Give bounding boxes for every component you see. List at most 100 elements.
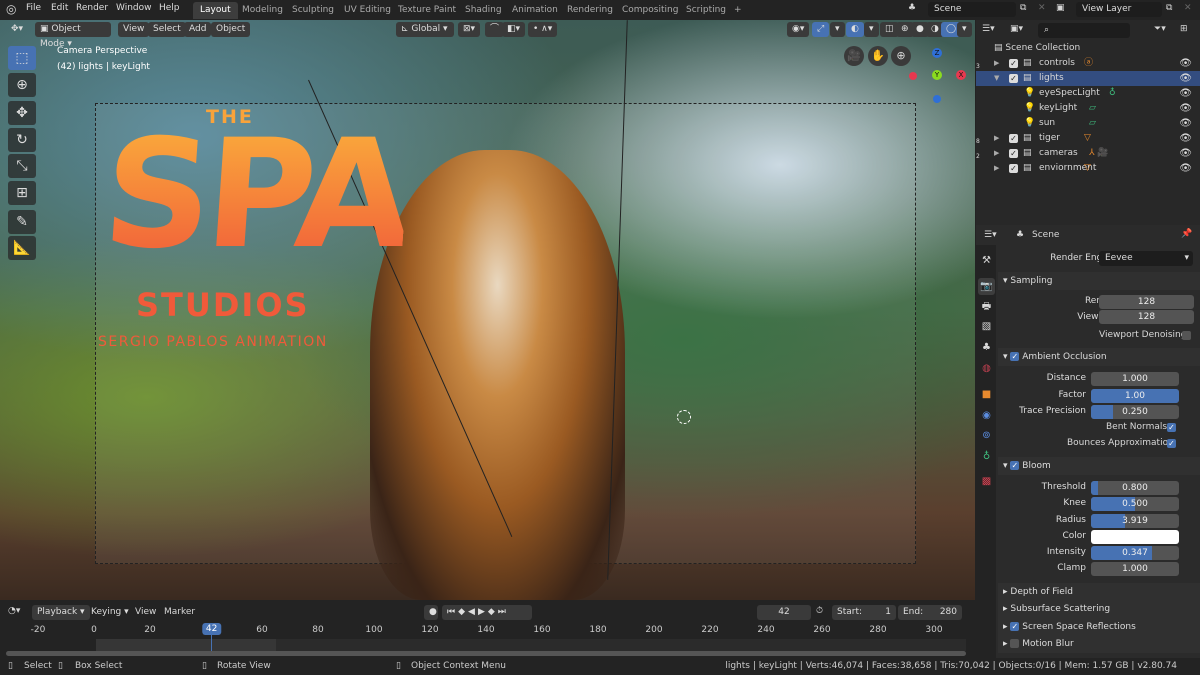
expand-arrow-icon[interactable]: ▶ [994, 56, 999, 71]
menu-edit[interactable]: Edit [51, 3, 68, 13]
move-tool-icon[interactable]: ✥ [8, 101, 36, 125]
eye-icon[interactable]: 👁 [1179, 86, 1192, 101]
tab-rendering[interactable]: Rendering [560, 2, 620, 19]
viewport-samples-field[interactable]: 128 [1099, 310, 1194, 324]
outliner-item-controls[interactable]: ▶ ✓ ▤ controls ⓐ 3 👁 [976, 56, 1200, 71]
tab-scripting[interactable]: Scripting [679, 2, 733, 19]
data-icon[interactable]: ▽ [1084, 131, 1091, 146]
tab-modeling[interactable]: Modeling [235, 2, 290, 19]
start-frame-field[interactable]: Start: 1 [832, 605, 896, 620]
light-data-tab-icon[interactable]: ♁ [978, 448, 995, 465]
intensity-field[interactable]: 0.347 [1091, 546, 1179, 560]
output-tab-icon[interactable]: 🖶 [978, 298, 995, 315]
jump-end-icon[interactable]: ⏭ [498, 607, 509, 617]
data-icon[interactable]: ▱ [1089, 116, 1096, 131]
overlay-toggle-icon[interactable]: ◐ [846, 22, 864, 37]
annotate-tool-icon[interactable]: ✎ [8, 210, 36, 234]
expand-arrow-icon[interactable]: ▶ [994, 161, 999, 176]
properties-editor-icon[interactable]: ☰▾ [984, 230, 997, 240]
editor-type-icon[interactable]: ✥▾ [6, 22, 28, 37]
threshold-field[interactable]: 0.800 [1091, 481, 1179, 495]
cursor-tool-icon[interactable]: ⊕ [8, 73, 36, 97]
render-samples-field[interactable]: 128 [1099, 295, 1194, 309]
mode-dropdown[interactable]: ▣ Object Mode ▾ [35, 22, 111, 49]
transform-orientation-dropdown[interactable]: ⊾ Global ▾ [396, 22, 454, 37]
radius-field[interactable]: 3.919 [1091, 514, 1179, 528]
current-frame-field[interactable]: 42 [757, 605, 811, 620]
panel-header-motion-blur[interactable]: ▸ Motion Blur [998, 635, 1200, 653]
visibility-checkbox[interactable]: ✓ [1009, 149, 1018, 158]
view-layer-field[interactable]: View Layer [1076, 2, 1162, 17]
blender-logo-icon[interactable]: ◎ [6, 2, 16, 16]
outliner-item-sun[interactable]: 💡 sun ▱ 👁 [976, 116, 1200, 131]
visibility-checkbox[interactable]: ✓ [1009, 134, 1018, 143]
prev-keyframe-icon[interactable]: ◆ [458, 607, 468, 617]
display-mode-icon[interactable]: ▣▾ [1010, 24, 1023, 34]
screen-space-reflections-checkbox[interactable]: ✓ [1010, 622, 1020, 631]
stopwatch-icon[interactable]: ⏱ [816, 606, 823, 616]
bounces-checkbox[interactable]: ✓ [1167, 439, 1176, 448]
outliner-item-lights[interactable]: ▼ ✓ ▤ lights 👁 [976, 71, 1200, 86]
visibility-checkbox[interactable]: ✓ [1009, 74, 1018, 83]
visibility-icon[interactable]: ◉▾ [787, 22, 810, 37]
data-icon[interactable]: ♁ [1109, 86, 1116, 101]
tool-tab-icon[interactable]: ⚒ [978, 252, 995, 269]
record-button[interactable]: ● [424, 605, 438, 620]
view-layer-tab-icon[interactable]: ▧ [978, 318, 995, 335]
panel-header-depth-of-field[interactable]: ▸ Depth of Field [998, 583, 1200, 601]
scene-tab-icon[interactable]: ♣ [978, 339, 995, 356]
outliner-item-tiger[interactable]: ▶ ✓ ▤ tiger ▽ 8 👁 [976, 131, 1200, 146]
gizmo-toggle-icon[interactable]: ⤢ [812, 22, 830, 37]
pivot-point-icon[interactable]: ⊠▾ [458, 22, 481, 37]
render-engine-dropdown[interactable]: Eevee ▾ [1099, 251, 1193, 266]
bloom-color-swatch[interactable] [1091, 530, 1179, 544]
outliner-editor-icon[interactable]: ☰▾ [982, 24, 995, 34]
data-icon[interactable]: ▱ [1089, 101, 1096, 116]
outliner-scene-collection[interactable]: ▤ Scene Collection [976, 41, 1200, 56]
expand-arrow-icon[interactable]: ▶ [994, 131, 999, 146]
data-icon[interactable]: ⓐ [1084, 56, 1093, 71]
menu-playback[interactable]: Playback ▾ [32, 605, 90, 620]
scene-field[interactable]: Scene [928, 2, 1016, 17]
play-reverse-icon[interactable]: ◀ [468, 607, 478, 617]
scene-icon[interactable]: ♣ [908, 3, 916, 13]
end-frame-field[interactable]: End: 280 [898, 605, 962, 620]
select-box-tool-icon[interactable]: ⬚ [8, 46, 36, 70]
add-workspace-button[interactable]: + [727, 2, 749, 19]
trace-precision-field[interactable]: 0.250 [1091, 405, 1179, 419]
knee-field[interactable]: 0.500 [1091, 497, 1179, 511]
tab-texture-paint[interactable]: Texture Paint [391, 2, 463, 19]
gizmo-dropdown-icon[interactable]: ▾ [830, 22, 845, 37]
constraint-tab-icon[interactable]: ⊚ [978, 427, 995, 444]
copy-scene-icon[interactable]: ⧉ [1020, 3, 1026, 13]
render-tab-icon[interactable]: 📷 [978, 278, 995, 295]
tab-layout[interactable]: Layout [193, 2, 238, 19]
outliner-item-eyeSpecLight[interactable]: 💡 eyeSpecLight ♁ 👁 [976, 86, 1200, 101]
gizmo-z-axis[interactable]: Z [932, 48, 942, 58]
panel-header-subsurface-scattering[interactable]: ▸ Subsurface Scattering [998, 600, 1200, 618]
filter-icon[interactable]: ⏷▾ [1154, 24, 1166, 34]
ao-checkbox[interactable]: ✓ [1010, 352, 1020, 361]
tiger-model[interactable] [370, 150, 625, 600]
proportional-edit-icon[interactable]: • ∧▾ [528, 22, 558, 37]
gizmo-y-axis[interactable]: Y [932, 70, 942, 80]
ao-panel-header[interactable]: ▾ ✓ Ambient Occlusion [998, 348, 1200, 366]
expand-arrow-icon[interactable]: ▼ [994, 71, 999, 86]
playhead-frame-label[interactable]: 42 [201, 623, 222, 635]
menu-marker[interactable]: Marker [164, 607, 195, 617]
motion-blur-checkbox[interactable] [1010, 639, 1020, 648]
gizmo-x-axis[interactable]: X [956, 70, 966, 80]
3d-viewport[interactable]: THE SPA STUDIOS SERGIO PABLOS ANIMATION … [0, 20, 975, 600]
shading-dropdown-icon[interactable]: ▾ [957, 22, 972, 37]
jump-start-icon[interactable]: ⏮ [447, 607, 458, 617]
outliner-item-keyLight[interactable]: 💡 keyLight ▱ 👁 [976, 101, 1200, 116]
snap-target-icon[interactable]: ◧▾ [502, 22, 526, 37]
outliner-item-cameras[interactable]: ▶ ✓ ▤ cameras ⅄ 🎥 2 👁 [976, 146, 1200, 161]
eye-icon[interactable]: 👁 [1179, 146, 1192, 161]
eye-icon[interactable]: 👁 [1179, 56, 1192, 71]
frame-range-area[interactable] [96, 639, 966, 651]
copy-view-layer-icon[interactable]: ⧉ [1166, 3, 1172, 13]
factor-field[interactable]: 1.00 [1091, 389, 1179, 403]
distance-field[interactable]: 1.000 [1091, 372, 1179, 386]
visibility-checkbox[interactable]: ✓ [1009, 59, 1018, 68]
